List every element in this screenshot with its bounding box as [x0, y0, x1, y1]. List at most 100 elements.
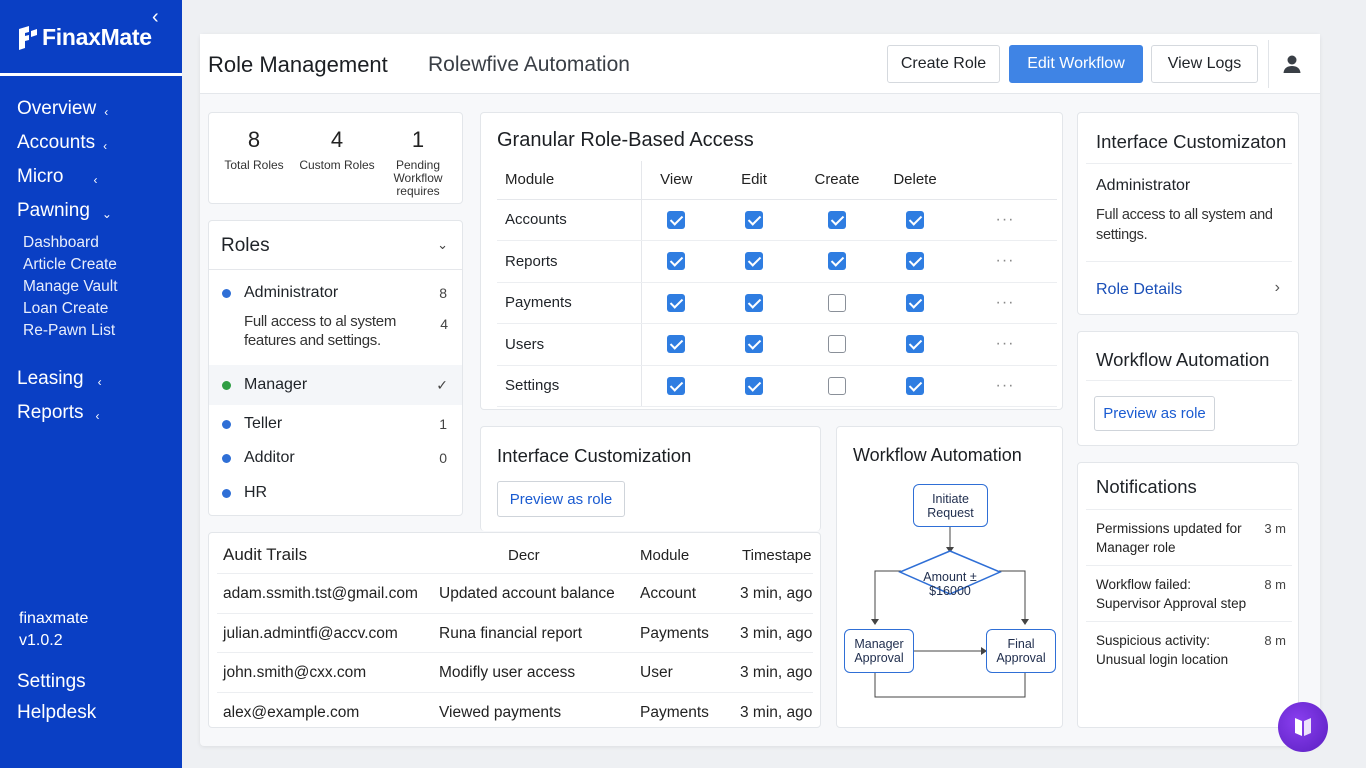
- more-options-icon[interactable]: ···: [996, 211, 1015, 228]
- role-count: 0: [439, 450, 447, 466]
- table-row[interactable]: alex@example.com Viewed payments Payments 3…: [217, 691, 813, 732]
- row-actions-cell: ···: [953, 240, 1057, 283]
- role-dot: [222, 488, 231, 498]
- permission-cell: [877, 365, 953, 407]
- notification-text: Workflow failed: Supervisor Approval ste…: [1096, 577, 1247, 611]
- edit-checkbox[interactable]: [745, 335, 763, 354]
- notification-item[interactable]: Suspicious activity: Unusual login locat…: [1086, 621, 1292, 677]
- notifications-title: Notifications: [1096, 476, 1197, 497]
- permission-cell: [797, 365, 877, 407]
- table-row[interactable]: adam.ssmith.tst@gmail.com Updated account…: [217, 573, 813, 613]
- permission-row: Users ···: [497, 323, 1057, 366]
- audit-trails-card: Audit Trails Decr Module Timestape adam.…: [208, 532, 821, 728]
- permission-cell: [641, 282, 711, 324]
- create-checkbox[interactable]: [828, 376, 846, 395]
- more-options-icon[interactable]: ···: [996, 294, 1015, 311]
- preview-as-role-button[interactable]: Preview as role: [497, 481, 625, 517]
- audit-desc: Updated account balance: [439, 585, 615, 602]
- collapse-sidebar-icon[interactable]: ‹: [152, 6, 159, 29]
- subnav-article-create[interactable]: Article Create: [23, 254, 177, 276]
- chevron-down-icon[interactable]: ⌄: [437, 237, 448, 253]
- column-header: Delete: [877, 161, 953, 200]
- subnav-loan-create[interactable]: Loan Create: [23, 298, 177, 320]
- chevron-left-icon: ‹: [104, 105, 109, 119]
- role-item-hr[interactable]: HR: [209, 483, 461, 503]
- view-logs-button[interactable]: View Logs: [1151, 45, 1258, 83]
- more-options-icon[interactable]: ···: [996, 252, 1015, 269]
- divider: [1086, 163, 1292, 164]
- stat-value: 4: [330, 127, 344, 152]
- audit-user: alex@example.com: [223, 703, 360, 721]
- nav-leasing[interactable]: Leasing ‹: [17, 362, 177, 396]
- notification-item[interactable]: Workflow failed: Supervisor Approval ste…: [1086, 565, 1292, 621]
- create-checkbox[interactable]: [828, 293, 846, 312]
- permission-cell: [877, 282, 953, 324]
- role-details-link[interactable]: Role Details: [1096, 281, 1182, 299]
- workflow-diagram-card: Workflow Automation Initiate Request Amo…: [836, 426, 1063, 728]
- create-checkbox[interactable]: [828, 210, 846, 229]
- nav-pawning[interactable]: Pawning ⌄: [17, 194, 177, 228]
- audit-desc: Runa financial report: [439, 624, 583, 642]
- permission-cell: [641, 240, 711, 283]
- wa-preview-as-role-button[interactable]: Preview as role: [1094, 396, 1215, 431]
- role-item-administrator[interactable]: Administrator 8: [209, 283, 461, 303]
- subnav-manage-vault[interactable]: Manage Vault: [23, 276, 177, 298]
- nav-overview[interactable]: Overview ‹: [17, 92, 177, 126]
- assistant-button[interactable]: [1278, 702, 1328, 752]
- permission-table: Module View Edit Create Delete Accounts ·…: [497, 161, 1057, 407]
- delete-checkbox[interactable]: [906, 335, 924, 354]
- permission-cell: [797, 323, 877, 366]
- permission-cell: [711, 323, 797, 366]
- chevron-right-icon[interactable]: ›: [1275, 279, 1280, 297]
- table-header-row: Module View Edit Create Delete: [497, 161, 1057, 200]
- create-checkbox[interactable]: [828, 252, 846, 271]
- nav-reports[interactable]: Reports ‹: [17, 396, 177, 430]
- delete-checkbox[interactable]: [906, 252, 924, 271]
- stat-total-roles: 8 Total Roles: [219, 127, 289, 172]
- edit-checkbox[interactable]: [745, 252, 763, 271]
- audit-user: john.smith@cxx.com: [223, 664, 367, 681]
- nav-micro[interactable]: Micro ‹: [17, 160, 177, 194]
- audit-desc: Viewed payments: [439, 703, 562, 721]
- user-icon[interactable]: [1280, 52, 1304, 76]
- role-item-teller[interactable]: Teller 1: [209, 414, 461, 434]
- view-checkbox[interactable]: [667, 335, 686, 354]
- edit-checkbox[interactable]: [745, 293, 763, 312]
- role-name: Administrator: [244, 284, 339, 301]
- view-checkbox[interactable]: [667, 252, 686, 271]
- subnav-dashboard[interactable]: Dashboard: [23, 232, 177, 254]
- create-checkbox[interactable]: [828, 335, 846, 354]
- top-bar: Role Management Rolewfive Automation Cre…: [200, 34, 1320, 94]
- delete-checkbox[interactable]: [906, 376, 924, 395]
- notification-item[interactable]: Permissions updated for Manager role 3 m: [1086, 509, 1292, 565]
- table-row[interactable]: john.smith@cxx.com Modifly user access Use…: [217, 652, 813, 692]
- column-header: Create: [797, 161, 877, 200]
- nav-settings[interactable]: Settings: [17, 666, 96, 697]
- delete-checkbox[interactable]: [906, 293, 924, 312]
- role-item-manager[interactable]: Manager ✓: [209, 365, 462, 405]
- nav-accounts[interactable]: Accounts ‹: [17, 126, 177, 160]
- chevron-left-icon: ‹: [95, 409, 100, 423]
- more-options-icon[interactable]: ···: [996, 377, 1015, 394]
- create-role-button[interactable]: Create Role: [887, 45, 1000, 83]
- view-checkbox[interactable]: [667, 376, 686, 395]
- app-version-info: finaxmate v1.0.2: [19, 608, 88, 652]
- nav-helpdesk[interactable]: Helpdesk: [17, 697, 96, 728]
- logo-text: FinaxMate: [42, 24, 152, 50]
- notifications-card: Notifications Permissions updated for Ma…: [1077, 462, 1299, 728]
- more-options-icon[interactable]: ···: [996, 335, 1015, 352]
- interface-customization-side-card: Interface Customizaton Administrator Ful…: [1077, 112, 1299, 315]
- role-item-additor[interactable]: Additor 0: [209, 448, 461, 468]
- edit-checkbox[interactable]: [745, 210, 763, 229]
- delete-checkbox[interactable]: [906, 210, 924, 229]
- audit-desc: Modifly user access: [439, 664, 576, 681]
- wa-side-title: Workflow Automation: [1096, 349, 1270, 370]
- edit-checkbox[interactable]: [745, 376, 763, 395]
- view-checkbox[interactable]: [667, 293, 686, 312]
- main-content: Role Management Rolewfive Automation Cre…: [200, 34, 1320, 746]
- audit-time: 3 min, ago: [740, 703, 813, 721]
- table-row[interactable]: julian.admintfi@accv.com Runa financial r…: [217, 612, 813, 653]
- view-checkbox[interactable]: [667, 210, 686, 229]
- subnav-re-pawn-list[interactable]: Re-Pawn List: [23, 320, 177, 342]
- edit-workflow-button[interactable]: Edit Workflow: [1009, 45, 1143, 83]
